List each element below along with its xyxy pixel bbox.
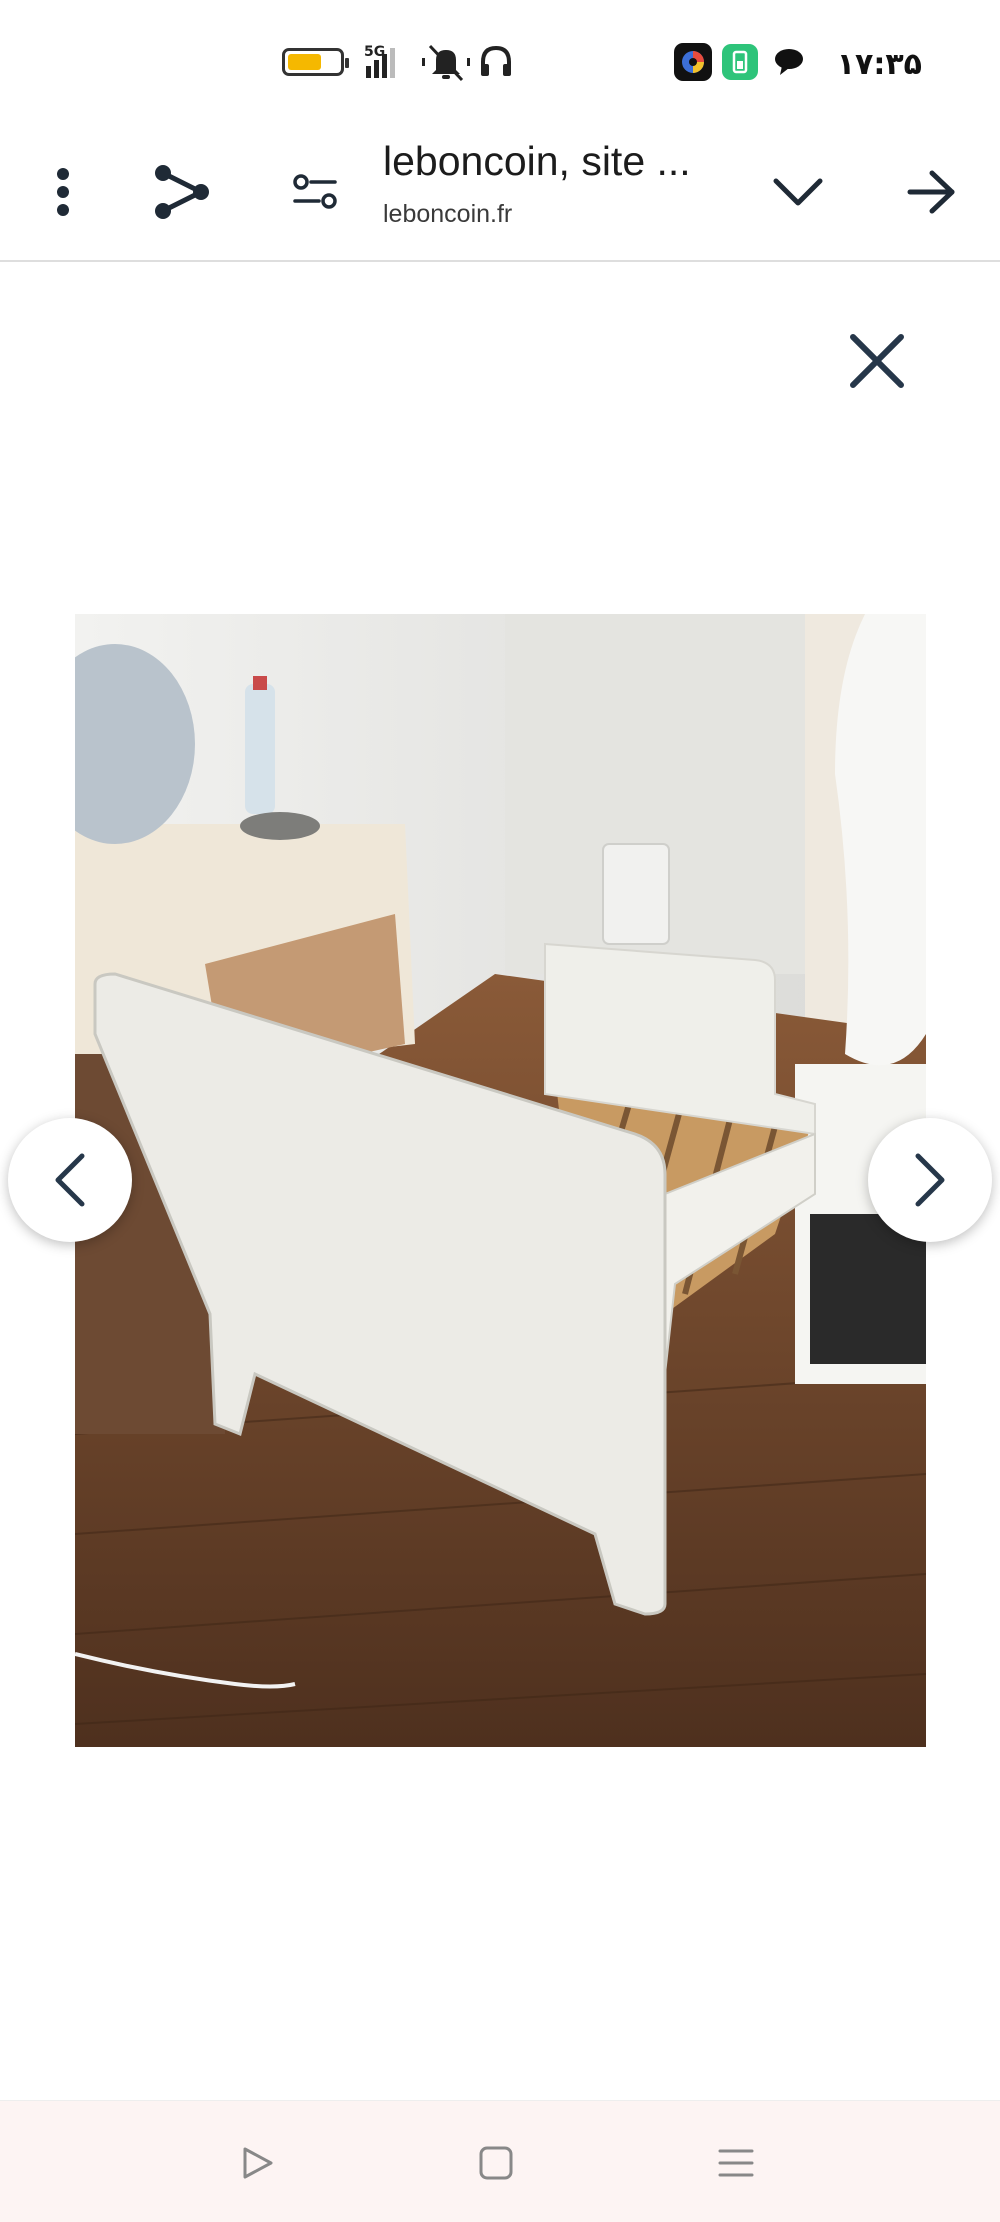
mute-icon <box>420 40 472 84</box>
listing-photo[interactable] <box>75 614 926 1747</box>
back-button[interactable] <box>231 2137 283 2189</box>
status-bar: 5G ۱۷:۳۵ <box>0 0 1000 120</box>
headphones-icon <box>478 40 514 84</box>
battery-icon <box>282 48 349 76</box>
next-photo-button[interactable] <box>868 1118 992 1242</box>
share-icon[interactable] <box>146 156 218 228</box>
recents-button[interactable] <box>710 2137 762 2189</box>
page-domain[interactable]: leboncoin.fr <box>383 200 512 229</box>
browser-toolbar: leboncoin, site ... leboncoin.fr <box>0 120 1000 262</box>
tune-icon[interactable] <box>280 156 352 228</box>
app-icon-camera <box>674 40 712 84</box>
battery-level-fill <box>288 54 321 70</box>
chevron-right-icon <box>915 1153 945 1207</box>
clock: ۱۷:۳۵ <box>836 46 922 82</box>
close-button[interactable] <box>842 326 912 396</box>
chat-bubble-icon <box>772 40 806 84</box>
signal-5g-icon: 5G <box>362 40 412 84</box>
arrow-right-icon[interactable] <box>896 156 968 228</box>
chevron-left-icon <box>55 1153 85 1207</box>
app-icon-green <box>722 40 758 84</box>
bed-photo-illustration <box>75 614 926 1747</box>
recents-icon <box>718 2149 754 2177</box>
more-vert-icon[interactable] <box>27 156 99 228</box>
system-navigation-bar <box>0 2100 1000 2222</box>
home-icon <box>479 2146 513 2180</box>
close-icon <box>850 334 904 388</box>
chevron-down-icon[interactable] <box>762 156 834 228</box>
page-title[interactable]: leboncoin, site ... <box>383 138 691 185</box>
back-icon <box>243 2147 273 2179</box>
previous-photo-button[interactable] <box>8 1118 132 1242</box>
home-button[interactable] <box>470 2137 522 2189</box>
